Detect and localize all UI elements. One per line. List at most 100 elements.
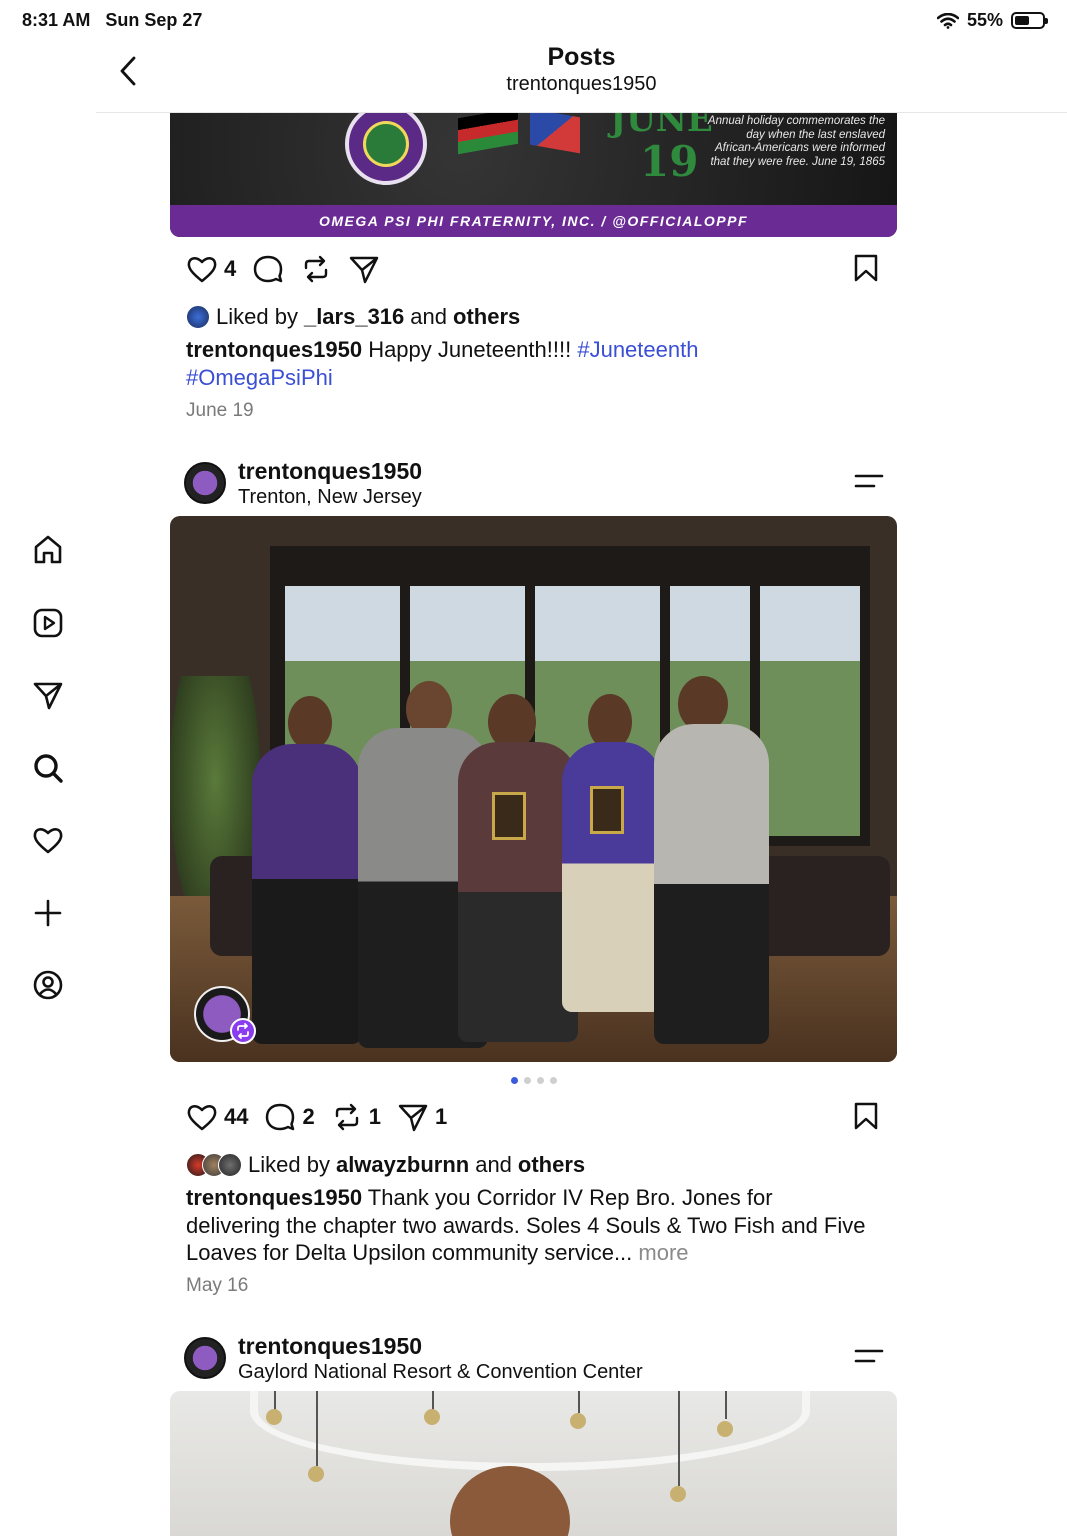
share-button[interactable] <box>348 254 380 284</box>
like-button[interactable]: 4 <box>186 254 236 284</box>
comment-button[interactable]: 2 <box>264 1102 315 1132</box>
nav-profile[interactable] <box>26 963 70 1007</box>
caption-username[interactable]: trentonques1950 <box>186 337 362 362</box>
post-username[interactable]: trentonques1950 <box>238 458 422 485</box>
pendant-light <box>670 1486 686 1502</box>
post-image-resort[interactable] <box>170 1391 897 1536</box>
liked-by-others[interactable]: others <box>518 1152 585 1178</box>
like-button[interactable]: 44 <box>186 1102 248 1132</box>
share-icon <box>398 1104 428 1132</box>
post1-date: June 19 <box>186 400 254 421</box>
more-link[interactable]: more <box>638 1240 688 1265</box>
liker-avatars <box>186 1153 242 1177</box>
profile-icon <box>33 970 63 1000</box>
post-image-juneteenth[interactable]: JUNE 19 Annual holiday commemorates the … <box>170 113 897 237</box>
avatar[interactable] <box>184 1337 226 1379</box>
post-image-awards[interactable] <box>170 516 897 1062</box>
hashtag-link[interactable]: #OmegaPsiPhi <box>186 365 333 390</box>
post2-actions: 44 2 1 1 <box>186 1099 880 1135</box>
comment-count: 2 <box>302 1104 315 1129</box>
nav-search[interactable] <box>26 746 70 790</box>
avatar[interactable] <box>184 462 226 504</box>
post2-liked-by[interactable]: Liked by alwayzburnn and others <box>186 1152 585 1178</box>
liked-by-prefix: Liked by <box>248 1152 330 1177</box>
liked-by-user[interactable]: _lars_316 <box>304 304 404 330</box>
nav-activity[interactable] <box>26 818 70 862</box>
bookmark-icon <box>854 1102 878 1130</box>
person <box>562 742 662 1012</box>
battery-icon <box>1011 12 1048 29</box>
light-wire <box>316 1391 318 1466</box>
liked-by-user[interactable]: alwayzburnn <box>336 1152 469 1178</box>
like-count: 44 <box>224 1104 249 1129</box>
status-bar: 8:31 AM Sun Sep 27 55% <box>0 0 1067 40</box>
post1-liked-by[interactable]: Liked by _lars_316 and others <box>186 304 520 330</box>
posts-header: Posts trentonques1950 <box>96 40 1067 113</box>
award-plaque <box>590 786 624 834</box>
heart-icon <box>33 828 63 854</box>
share-button[interactable]: 1 <box>397 1102 447 1132</box>
home-icon <box>34 535 62 564</box>
award-plaque <box>492 792 526 840</box>
save-button[interactable] <box>852 253 880 288</box>
liked-by-and: and <box>410 304 447 329</box>
carousel-dot <box>523 1077 531 1084</box>
person-head <box>450 1466 570 1536</box>
post1-caption: trentonques1950 Happy Juneteenth!!!! #Ju… <box>186 336 886 391</box>
repost-button[interactable]: 1 <box>331 1102 381 1132</box>
save-button[interactable] <box>852 1101 880 1136</box>
liked-by-and: and <box>475 1152 512 1177</box>
menu-icon <box>854 1349 884 1363</box>
repost-count: 1 <box>368 1104 381 1129</box>
light-wire <box>678 1391 680 1486</box>
caption-username[interactable]: trentonques1950 <box>186 1185 362 1210</box>
status-indicators: 55% <box>936 10 1048 31</box>
banner-strip: OMEGA PSI PHI FRATERNITY, INC. / @OFFICI… <box>170 205 897 237</box>
wifi-icon <box>936 12 959 29</box>
person <box>252 744 362 1044</box>
pendant-light <box>308 1466 324 1482</box>
carousel-indicator <box>0 1077 1067 1084</box>
banner-day: 19 <box>640 137 699 186</box>
post1-actions: 4 <box>186 251 880 287</box>
liked-by-others[interactable]: others <box>453 304 520 330</box>
nav-create[interactable] <box>26 891 70 935</box>
heart-icon <box>187 1105 217 1131</box>
repost-icon <box>237 1023 249 1039</box>
pendant-light <box>717 1421 733 1437</box>
nav-home[interactable] <box>26 528 70 572</box>
nav-reels[interactable] <box>26 601 70 645</box>
post2-caption: trentonques1950 Thank you Corridor IV Re… <box>186 1184 866 1267</box>
carousel-dot <box>549 1077 557 1084</box>
nav-messages[interactable] <box>26 673 70 717</box>
liked-by-prefix: Liked by <box>216 304 298 329</box>
status-time: 8:31 AM <box>22 10 91 30</box>
post-options-button[interactable] <box>854 1345 884 1367</box>
share-icon <box>350 256 379 284</box>
banner-note: Annual holiday commemorates the day when… <box>707 115 885 168</box>
heart-icon <box>187 257 217 283</box>
liker-avatar <box>218 1153 242 1177</box>
carousel-dot <box>510 1077 518 1084</box>
post3-header: trentonques1950 Gaylord National Resort … <box>184 1333 884 1385</box>
person <box>654 724 769 1044</box>
status-date: Sun Sep 27 <box>105 10 203 30</box>
light-wire <box>578 1391 580 1413</box>
light-wire <box>725 1391 727 1419</box>
light-wire <box>432 1391 434 1411</box>
window-pane <box>760 586 860 836</box>
post-username[interactable]: trentonques1950 <box>238 1333 422 1360</box>
page-title: Posts <box>547 43 616 71</box>
person-head <box>288 696 332 750</box>
post-location[interactable]: Gaylord National Resort & Convention Cen… <box>238 1361 643 1384</box>
comment-button[interactable] <box>252 254 284 284</box>
post-location[interactable]: Trenton, New Jersey <box>238 486 422 509</box>
repost-icon <box>335 1103 358 1131</box>
hashtag-link[interactable]: #Juneteenth <box>577 337 698 362</box>
status-time-date: 8:31 AM Sun Sep 27 <box>22 10 202 31</box>
post-options-button[interactable] <box>854 470 884 492</box>
carousel-dot <box>536 1077 544 1084</box>
post2-header: trentonques1950 Trenton, New Jersey <box>184 458 884 510</box>
plus-icon <box>34 899 62 926</box>
repost-button[interactable] <box>300 254 332 284</box>
